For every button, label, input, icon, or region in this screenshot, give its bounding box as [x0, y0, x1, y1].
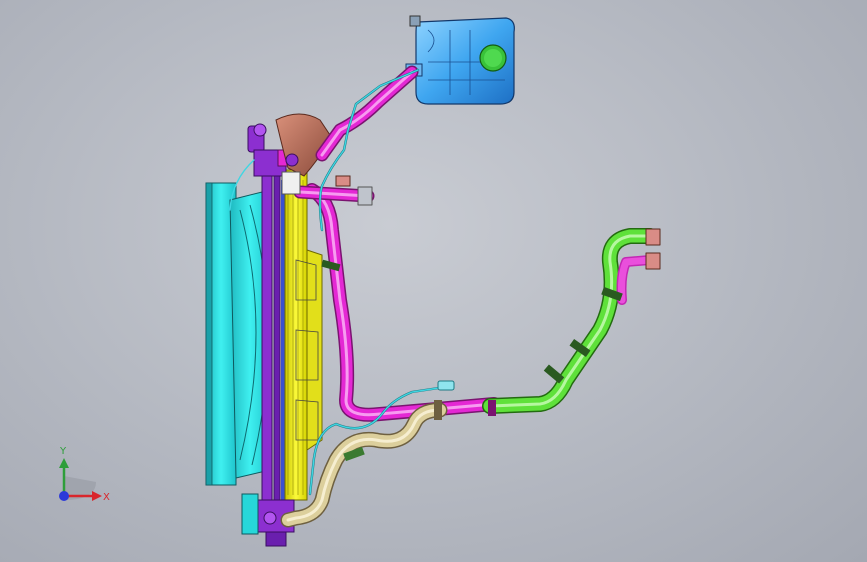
- cad-viewport[interactable]: Y X: [0, 0, 867, 562]
- wire-connector: [437, 380, 455, 391]
- triad-x-label: X: [103, 492, 110, 503]
- magenta-hose-system: [293, 65, 501, 422]
- hose-clamp: [488, 400, 496, 416]
- fan-shroud-edge: [205, 182, 213, 486]
- frame-rail-mid: [273, 164, 281, 516]
- bottom-foot: [265, 531, 287, 547]
- triad-z-origin: [59, 491, 69, 501]
- bottom-fitting-ring: [263, 511, 277, 525]
- top-fitting-ring: [253, 123, 267, 137]
- outlet-fitting-top: [645, 228, 661, 246]
- tank-cap-inner: [484, 49, 502, 67]
- bottom-foot-2: [241, 493, 259, 535]
- outlet-fitting-bottom: [645, 252, 661, 270]
- model-canvas[interactable]: Y X: [0, 0, 867, 562]
- coordinate-triad-icon: Y X: [59, 446, 110, 503]
- triad-x-arrow: [92, 491, 102, 501]
- hose-upper-connector: [357, 186, 373, 206]
- fitting-block: [281, 171, 301, 195]
- expansion-tank: [405, 15, 515, 105]
- green-hose-system: [321, 228, 661, 416]
- core-rear-frame: [306, 249, 323, 451]
- triad-y-label: Y: [59, 446, 67, 457]
- hose-clamp: [434, 400, 442, 420]
- tank-mount: [409, 15, 421, 27]
- triad-y-arrow: [59, 458, 69, 468]
- fitting-block: [335, 175, 351, 187]
- frame-rail-left: [261, 149, 273, 531]
- frame-rail-blue: [281, 180, 285, 500]
- fitting-knob: [285, 153, 299, 167]
